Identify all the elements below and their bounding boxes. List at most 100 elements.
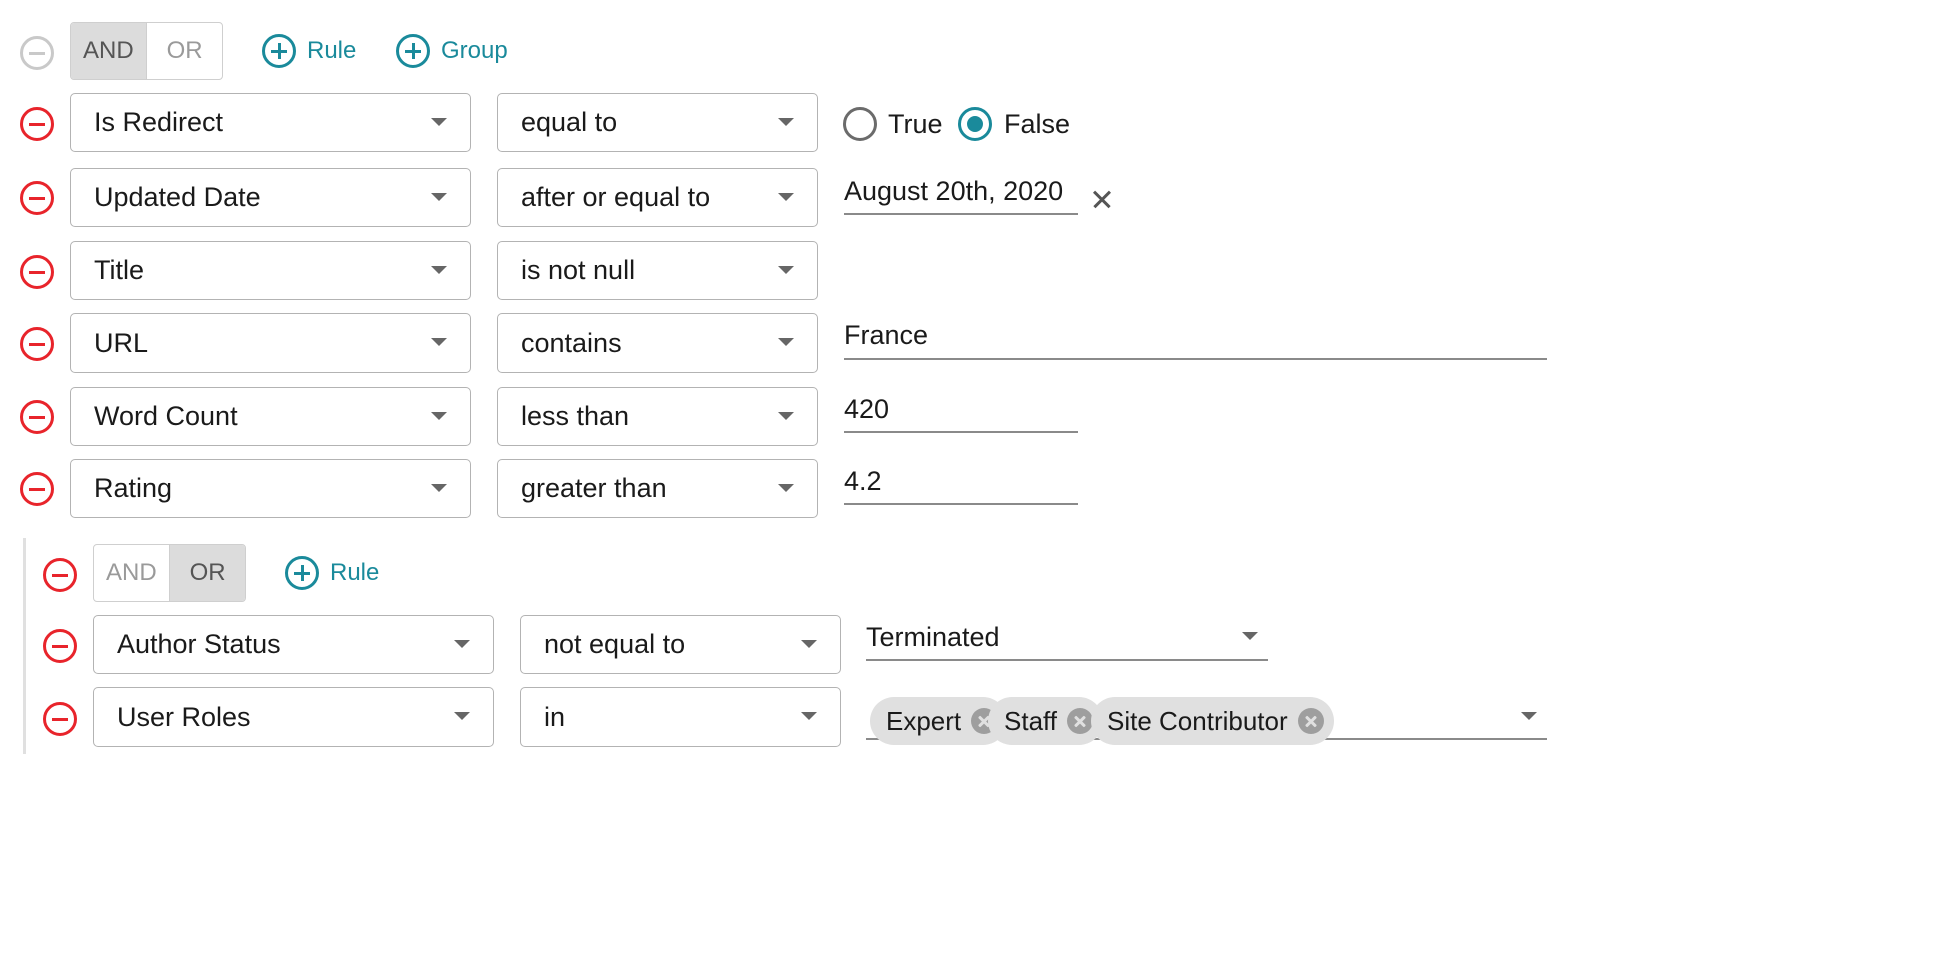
field-value: User Roles [117, 701, 251, 732]
field-value: Word Count [94, 401, 238, 431]
field-value: URL [94, 327, 149, 358]
number-input[interactable]: 4.2 [844, 466, 1078, 505]
caret-down-icon [778, 412, 794, 420]
field-value: Updated Date [94, 182, 261, 212]
chip-label: Site Contributor [1107, 705, 1288, 736]
text-input[interactable]: France [844, 320, 1547, 360]
field-select[interactable]: URL [70, 313, 471, 373]
add-group-button[interactable]: Group [396, 34, 508, 68]
and-button[interactable]: AND [94, 545, 169, 601]
field-select[interactable]: Rating [70, 459, 471, 518]
operator-value: after or equal to [521, 182, 711, 212]
cancel-circle-icon[interactable] [1297, 708, 1324, 734]
caret-down-icon [431, 484, 447, 492]
field-select[interactable]: User Roles [93, 687, 494, 747]
chip-label: Expert [886, 705, 962, 736]
remove-rule-icon[interactable] [20, 255, 54, 289]
multi-value-select[interactable]: Expert Staff Site Contributor [866, 690, 1547, 745]
operator-value: less than [521, 401, 630, 431]
operator-select[interactable]: not equal to [520, 615, 841, 674]
remove-rule-icon[interactable] [20, 472, 54, 506]
caret-down-icon[interactable] [1521, 712, 1537, 720]
caret-down-icon [454, 640, 470, 648]
add-group-label: Group [441, 37, 508, 64]
caret-down-icon [778, 266, 794, 274]
caret-down-icon [778, 338, 794, 346]
radio-true[interactable] [843, 107, 877, 141]
radio-false-label: False [1004, 109, 1071, 139]
number-input[interactable]: 420 [844, 394, 1078, 433]
field-select[interactable]: Word Count [70, 387, 471, 446]
remove-group-icon[interactable] [43, 558, 77, 592]
operator-value: contains [521, 327, 622, 358]
add-rule-button[interactable]: Rule [262, 34, 356, 68]
caret-down-icon [778, 484, 794, 492]
operator-value: not equal to [544, 629, 686, 659]
caret-down-icon [431, 412, 447, 420]
operator-value: greater than [521, 473, 667, 503]
cancel-circle-icon[interactable] [1067, 708, 1094, 734]
group-indent-line [23, 538, 26, 754]
caret-down-icon [454, 712, 470, 720]
caret-down-icon [801, 640, 817, 648]
caret-down-icon [801, 712, 817, 720]
value-select[interactable]: Terminated [866, 622, 1268, 661]
caret-down-icon [431, 193, 447, 201]
operator-select[interactable]: less than [497, 387, 818, 446]
input-value: France [844, 320, 929, 350]
date-input[interactable]: August 20th, 2020 [844, 176, 1078, 215]
plus-circle-icon [262, 34, 296, 68]
operator-select[interactable]: in [520, 687, 841, 747]
and-button[interactable]: AND [71, 23, 146, 79]
remove-rule-icon[interactable] [20, 327, 54, 361]
input-value: 4.2 [844, 466, 882, 496]
field-value: Title [94, 255, 145, 285]
radio-false[interactable] [958, 107, 992, 141]
field-select[interactable]: Author Status [93, 615, 494, 674]
operator-value: in [544, 701, 566, 732]
caret-down-icon [778, 193, 794, 201]
chip-label: Staff [1004, 705, 1058, 736]
caret-down-icon [431, 118, 447, 126]
date-value: August 20th, 2020 [844, 176, 1064, 206]
remove-rule-icon[interactable] [20, 107, 54, 141]
add-rule-button[interactable]: Rule [285, 556, 379, 590]
remove-rule-icon[interactable] [20, 181, 54, 215]
remove-group-icon [20, 36, 54, 70]
field-select[interactable]: Updated Date [70, 168, 471, 227]
field-value: Is Redirect [94, 107, 224, 137]
operator-select[interactable]: after or equal to [497, 168, 818, 227]
field-select[interactable]: Is Redirect [70, 93, 471, 152]
field-select[interactable]: Title [70, 241, 471, 300]
select-value: Terminated [866, 622, 1000, 652]
field-value: Rating [94, 473, 173, 503]
remove-rule-icon[interactable] [43, 629, 77, 663]
operator-select[interactable]: greater than [497, 459, 818, 518]
radio-true-label: True [888, 109, 943, 139]
remove-rule-icon[interactable] [20, 400, 54, 434]
plus-circle-icon [285, 556, 319, 590]
combinator-toggle[interactable]: AND OR [70, 22, 223, 80]
operator-value: is not null [521, 255, 636, 285]
add-rule-label: Rule [307, 37, 357, 64]
field-value: Author Status [117, 629, 281, 659]
or-button[interactable]: OR [170, 545, 245, 601]
operator-value: equal to [521, 107, 618, 137]
chip-expert: Expert [870, 697, 1008, 745]
input-value: 420 [844, 394, 890, 424]
operator-select[interactable]: contains [497, 313, 818, 373]
operator-select[interactable]: equal to [497, 93, 818, 152]
close-icon[interactable] [1091, 188, 1113, 210]
caret-down-icon [431, 338, 447, 346]
operator-select[interactable]: is not null [497, 241, 818, 300]
chip-site-contributor: Site Contributor [1091, 697, 1334, 745]
add-rule-label: Rule [330, 559, 380, 586]
remove-rule-icon[interactable] [43, 702, 77, 736]
or-button[interactable]: OR [147, 23, 222, 79]
plus-circle-icon [396, 34, 430, 68]
chip-staff: Staff [988, 697, 1104, 745]
combinator-toggle[interactable]: AND OR [93, 544, 246, 602]
caret-down-icon [1242, 632, 1258, 640]
caret-down-icon [431, 266, 447, 274]
caret-down-icon [778, 118, 794, 126]
